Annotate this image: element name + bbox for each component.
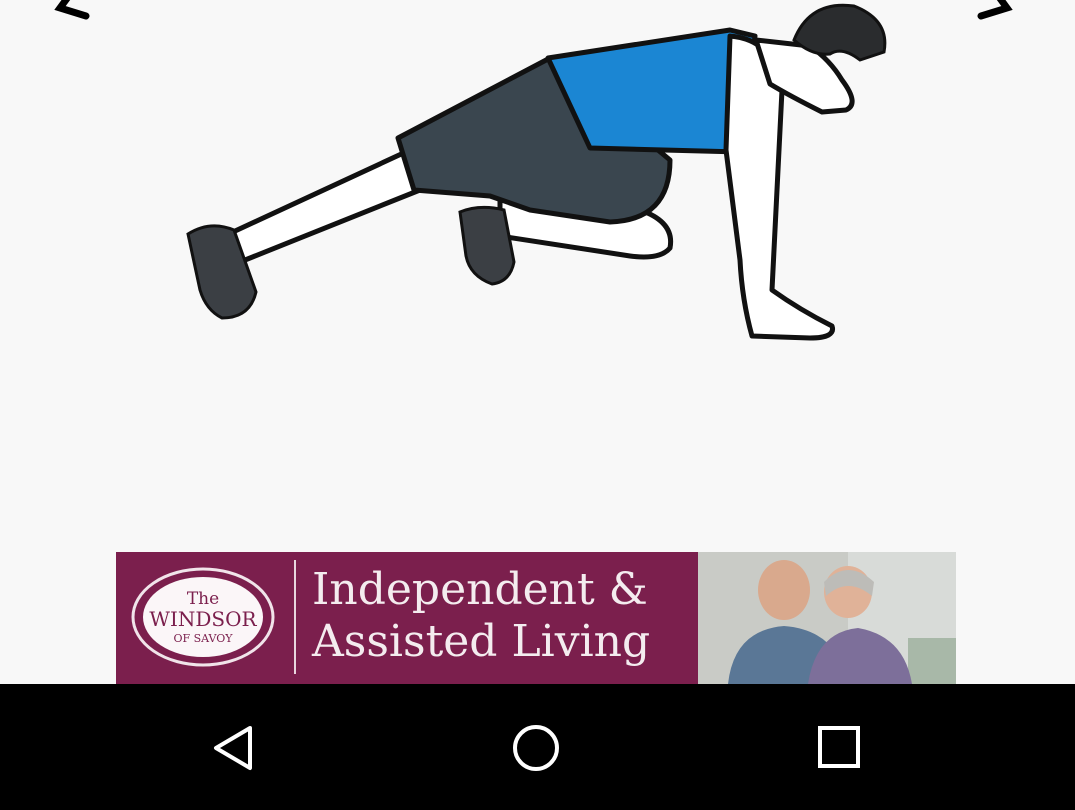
seniors-photo bbox=[698, 552, 956, 684]
previous-exercise-icon[interactable] bbox=[52, 0, 92, 26]
ad-headline-line-1: Independent & bbox=[312, 564, 648, 615]
recents-square-icon[interactable] bbox=[812, 720, 868, 776]
logo-line-3: OF SAVOY bbox=[173, 632, 233, 645]
system-navigation-bar bbox=[0, 684, 1075, 810]
advertisement-banner[interactable]: The WINDSOR OF SAVOY Independent & Assis… bbox=[116, 552, 956, 684]
logo-line-1: The bbox=[187, 589, 219, 609]
home-circle-icon[interactable] bbox=[508, 720, 564, 776]
ad-headline-line-2: Assisted Living bbox=[312, 616, 651, 667]
ad-headline: Independent & Assisted Living bbox=[312, 564, 712, 668]
exercise-screen: The WINDSOR OF SAVOY Independent & Assis… bbox=[0, 0, 1075, 684]
windsor-of-savoy-logo: The WINDSOR OF SAVOY bbox=[131, 567, 275, 667]
next-exercise-icon[interactable] bbox=[975, 0, 1015, 26]
logo-line-2: WINDSOR bbox=[149, 607, 257, 631]
ad-divider bbox=[294, 560, 296, 674]
exercise-illustration bbox=[186, 3, 887, 341]
back-triangle-icon[interactable] bbox=[206, 720, 262, 776]
